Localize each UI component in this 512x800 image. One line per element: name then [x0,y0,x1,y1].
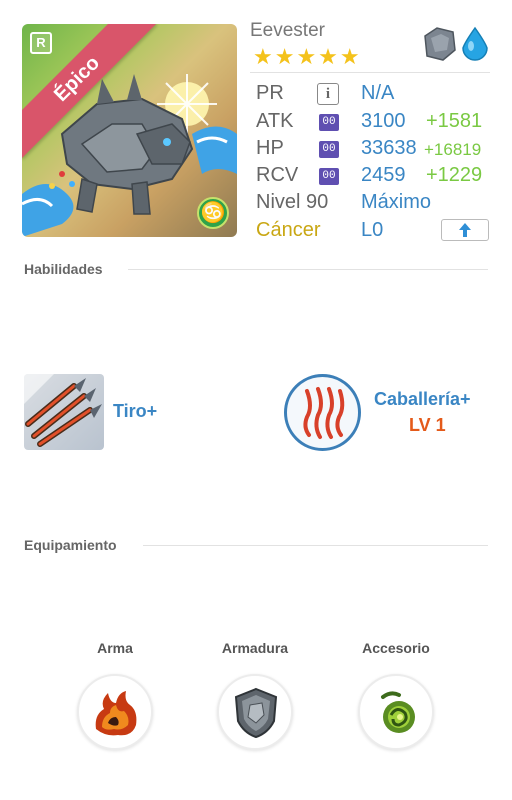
hp-value: 33638 [361,137,417,159]
stat-row-atk: ATK 00 3100 +1581 [256,110,492,137]
equipment-divider [143,545,488,546]
hp-label: HP [256,137,284,159]
rcv-label: RCV [256,164,299,186]
armor-slot[interactable] [217,674,293,750]
stat-row-rcv: RCV 00 2459 +1229 [256,164,492,191]
rcv-value: 2459 [361,164,406,186]
weapon-slot[interactable] [77,674,153,750]
atk-plus-chip: 00 [319,114,339,131]
level-value: Máximo [361,191,432,213]
water-element-icon [462,26,488,61]
pr-value: N/A [361,82,395,104]
leader-skill-level: LV 1 [409,415,446,435]
header-divider [250,72,490,73]
zodiac-sign-label: Cáncer [256,219,321,241]
level-label: Nivel 90 [256,191,329,213]
atk-bonus: +1581 [426,110,483,132]
up-arrow-icon [459,223,471,237]
accessory-label: Accesorio [362,640,430,656]
claw-marks-icon [303,387,345,439]
info-icon[interactable]: i [317,83,339,105]
rcv-plus-chip: 00 [319,168,339,185]
monster-portrait[interactable]: Épico R ♋ [22,24,237,237]
active-skill-icon[interactable] [24,374,104,450]
green-swirl-icon [381,691,415,733]
stone-element-icon [424,27,456,61]
rcv-bonus: +1229 [426,164,483,186]
zodiac-sign-value: L0 [361,219,384,241]
accessory-slot[interactable] [358,674,434,750]
abilities-divider [128,269,488,270]
element-icons [424,26,488,61]
rarity-badge-icon: R [30,32,52,54]
stone-shield-icon [234,687,278,739]
leader-skill-name[interactable]: Caballería+ [374,389,471,410]
stat-row-hp: HP 00 33638 +16819 [256,137,492,164]
leader-skill-icon[interactable] [284,374,361,451]
weapon-label: Arma [97,640,133,656]
hp-bonus: +16819 [424,140,482,159]
armor-label: Armadura [221,640,289,656]
abilities-section-title: Habilidades [24,261,103,277]
atk-value: 3100 [361,110,406,132]
pr-label: PR [256,82,284,104]
star-rating: ★★★★★ [253,44,362,69]
atk-label: ATK [256,110,294,132]
level-up-button[interactable] [441,219,489,241]
equipment-section-title: Equipamiento [24,537,117,553]
monster-name: Eevester [250,20,325,41]
arrows-icon [24,374,102,447]
hp-plus-chip: 00 [319,141,339,158]
active-skill-name[interactable]: Tiro+ [113,401,157,422]
cancer-zodiac-icon: ♋ [197,197,229,229]
stat-row-level: Nivel 90 Máximo [256,191,492,218]
stat-row-pr: PR i N/A [256,82,492,109]
fire-claw-icon [95,691,137,736]
